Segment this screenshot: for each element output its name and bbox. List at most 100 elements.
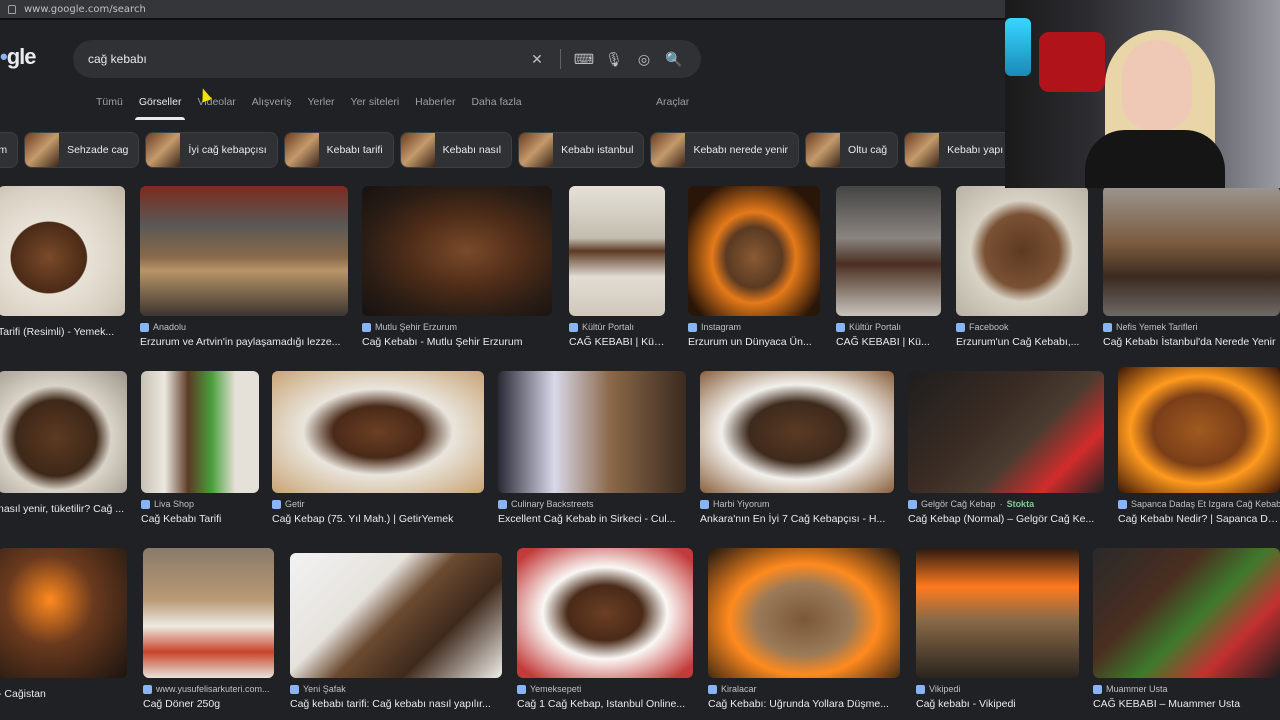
- chip[interactable]: Kebabı nasıl: [399, 132, 513, 168]
- image-result[interactable]: Vikipedi Cağ kebabı - Vikipedi: [916, 548, 1079, 710]
- tools-button[interactable]: Araçlar: [656, 96, 689, 108]
- result-image[interactable]: [272, 371, 484, 493]
- image-result[interactable]: Harbi Yiyorum Ankara'nın En İyi 7 Cağ Ke…: [700, 371, 894, 525]
- image-result[interactable]: Sapanca Dadaş Et Izgara Cağ Kebab Cağ Ke…: [1118, 367, 1280, 525]
- image-result[interactable]: Yeni Şafak Cağ kebabı tarifi: Cağ kebabı…: [290, 553, 502, 710]
- result-title[interactable]: Cağ kebabı - Vikipedi: [916, 698, 1079, 710]
- result-image[interactable]: [1118, 367, 1280, 493]
- chip[interactable]: Kebabı tarifi: [283, 132, 394, 168]
- result-image[interactable]: [569, 186, 665, 316]
- result-title[interactable]: Erzurum ve Artvin'in paylaşamadığı lezze…: [140, 336, 348, 348]
- result-source: Kiralacar: [708, 684, 900, 694]
- result-title[interactable]: nasıl yenir, tüketilir? Cağ ...: [0, 503, 127, 515]
- result-image[interactable]: [700, 371, 894, 493]
- search-tabs: Tümü Görseller Videolar Alışveriş Yerler…: [88, 92, 530, 120]
- image-result[interactable]: Nefis Yemek Tarifleri Cağ Kebabı İstanbu…: [1103, 186, 1280, 348]
- result-image[interactable]: [908, 371, 1104, 493]
- result-title[interactable]: Cağ Kebap (75. Yıl Mah.) | GetirYemek: [272, 513, 484, 525]
- chip[interactable]: Kebabı yapı: [904, 132, 1015, 168]
- image-result[interactable]: Liva Shop Cağ Kebabı Tarifi: [141, 371, 259, 525]
- chip[interactable]: Sehzade cag: [24, 132, 140, 168]
- image-result[interactable]: www.yusufelisarkuteri.com... Cağ Döner 2…: [143, 548, 274, 710]
- image-result[interactable]: Gelgör Cağ Kebap · Stokta Cağ Kebap (Nor…: [908, 371, 1104, 525]
- lens-icon[interactable]: ◎: [629, 44, 659, 74]
- result-title[interactable]: Erzurum un Dünyaca Ün...: [688, 336, 820, 348]
- stock-badge: Stokta: [1006, 499, 1035, 509]
- tab-images[interactable]: Görseller: [131, 92, 190, 120]
- image-result[interactable]: nasıl yenir, tüketilir? Cağ ...: [0, 371, 127, 515]
- image-result[interactable]: Kültür Portalı CAĞ KEBABI | Kü...: [836, 186, 941, 348]
- chip[interactable]: Kebabı istanbul: [518, 132, 645, 168]
- result-image[interactable]: [498, 371, 686, 493]
- favicon: [688, 322, 697, 332]
- lock-icon: [8, 4, 16, 14]
- search-icon[interactable]: 🔍: [659, 44, 689, 74]
- result-title[interactable]: Cağ Kebabı Tarifi: [141, 513, 259, 525]
- result-title[interactable]: Ankara'nın En İyi 7 Cağ Kebapçısı - H...: [700, 513, 894, 525]
- result-image[interactable]: [1093, 548, 1280, 678]
- image-result[interactable]: Muammer Usta CAĞ KEBABI – Muammer Usta: [1093, 548, 1280, 710]
- image-result[interactable]: Culinary Backstreets Excellent Cağ Kebab…: [498, 371, 686, 525]
- result-image[interactable]: [141, 371, 259, 493]
- tab-videos[interactable]: Videolar: [189, 92, 243, 120]
- browser-address-bar[interactable]: www.google.com/search: [0, 0, 1005, 20]
- image-result[interactable]: Yemeksepeti Cağ 1 Cağ Kebap, Istanbul On…: [517, 548, 693, 710]
- url-text[interactable]: www.google.com/search: [24, 4, 146, 15]
- image-result[interactable]: Getir Cağ Kebap (75. Yıl Mah.) | GetirYe…: [272, 371, 484, 525]
- mic-icon[interactable]: 🎙: [599, 44, 629, 74]
- result-image[interactable]: [956, 186, 1088, 316]
- search-input[interactable]: cağ kebabı: [88, 52, 522, 66]
- google-logo[interactable]: •gle: [0, 44, 44, 72]
- result-image[interactable]: [517, 548, 693, 678]
- tab-more[interactable]: Daha fazla: [463, 92, 529, 120]
- result-title[interactable]: - Cağistan: [0, 688, 127, 700]
- result-image[interactable]: [290, 553, 502, 678]
- image-result[interactable]: Instagram Erzurum un Dünyaca Ün...: [688, 186, 820, 348]
- result-image[interactable]: [0, 186, 125, 316]
- result-title[interactable]: Cağ Kebabı: Uğrunda Yollara Düşme...: [708, 698, 900, 710]
- favicon: [916, 684, 925, 694]
- result-title[interactable]: Cağ Döner 250g: [143, 698, 274, 710]
- result-title[interactable]: Cağ Kebabı - Mutlu Şehir Erzurum: [362, 336, 552, 348]
- result-title[interactable]: Cağ 1 Cağ Kebap, Istanbul Online...: [517, 698, 693, 710]
- image-result[interactable]: Mutlu Şehir Erzurum Cağ Kebabı - Mutlu Ş…: [362, 186, 552, 348]
- image-result[interactable]: - Cağistan: [0, 548, 127, 700]
- chip[interactable]: Kebabı nerede yenir: [650, 132, 800, 168]
- tab-places[interactable]: Yerler: [299, 92, 342, 120]
- tab-place-sites[interactable]: Yer siteleri: [343, 92, 408, 120]
- result-image[interactable]: [140, 186, 348, 316]
- result-image[interactable]: [836, 186, 941, 316]
- result-image[interactable]: [708, 548, 900, 678]
- result-image[interactable]: [0, 371, 127, 493]
- result-title[interactable]: Excellent Cağ Kebab in Sirkeci - Cul...: [498, 513, 686, 525]
- image-result[interactable]: Kiralacar Cağ Kebabı: Uğrunda Yollara Dü…: [708, 548, 900, 710]
- result-title[interactable]: Cağ kebabı tarifi: Cağ kebabı nasıl yapı…: [290, 698, 502, 710]
- tab-shopping[interactable]: Alışveriş: [244, 92, 300, 120]
- result-title[interactable]: CAĞ KEBABI – Muammer Usta: [1093, 698, 1280, 710]
- image-result[interactable]: Anadolu Erzurum ve Artvin'in paylaşamadı…: [140, 186, 348, 348]
- result-title[interactable]: Erzurum'un Cağ Kebabı,...: [956, 336, 1088, 348]
- result-title[interactable]: Cağ Kebabı Nedir? | Sapanca Da...: [1118, 513, 1280, 525]
- result-title[interactable]: Tarifi (Resimli) - Yemek...: [0, 326, 125, 338]
- result-title[interactable]: CAĞ KEBABI | Kül...: [569, 336, 665, 348]
- result-title[interactable]: Cağ Kebabı İstanbul'da Nerede Yenir: [1103, 336, 1280, 348]
- image-result[interactable]: Tarifi (Resimli) - Yemek...: [0, 186, 125, 338]
- result-title[interactable]: CAĞ KEBABI | Kü...: [836, 336, 941, 348]
- chip[interactable]: İyi cağ kebapçısı: [145, 132, 278, 168]
- chip[interactable]: Oltu cağ: [805, 132, 899, 168]
- result-title[interactable]: Cağ Kebap (Normal) – Gelgör Cağ Ke...: [908, 513, 1104, 525]
- result-image[interactable]: [916, 548, 1079, 678]
- clear-icon[interactable]: ✕: [522, 44, 552, 74]
- tab-all[interactable]: Tümü: [88, 92, 131, 120]
- keyboard-icon[interactable]: ⌨: [569, 44, 599, 74]
- image-result[interactable]: Facebook Erzurum'un Cağ Kebabı,...: [956, 186, 1088, 348]
- result-image[interactable]: [0, 548, 127, 678]
- result-image[interactable]: [143, 548, 274, 678]
- result-image[interactable]: [1103, 186, 1280, 316]
- result-image[interactable]: [362, 186, 552, 316]
- result-image[interactable]: [688, 186, 820, 316]
- chip[interactable]: rum: [0, 132, 19, 168]
- image-result[interactable]: Kültür Portalı CAĞ KEBABI | Kül...: [569, 186, 665, 348]
- tab-news[interactable]: Haberler: [407, 92, 463, 120]
- search-box[interactable]: cağ kebabı ✕ ⌨ 🎙 ◎ 🔍: [73, 40, 701, 78]
